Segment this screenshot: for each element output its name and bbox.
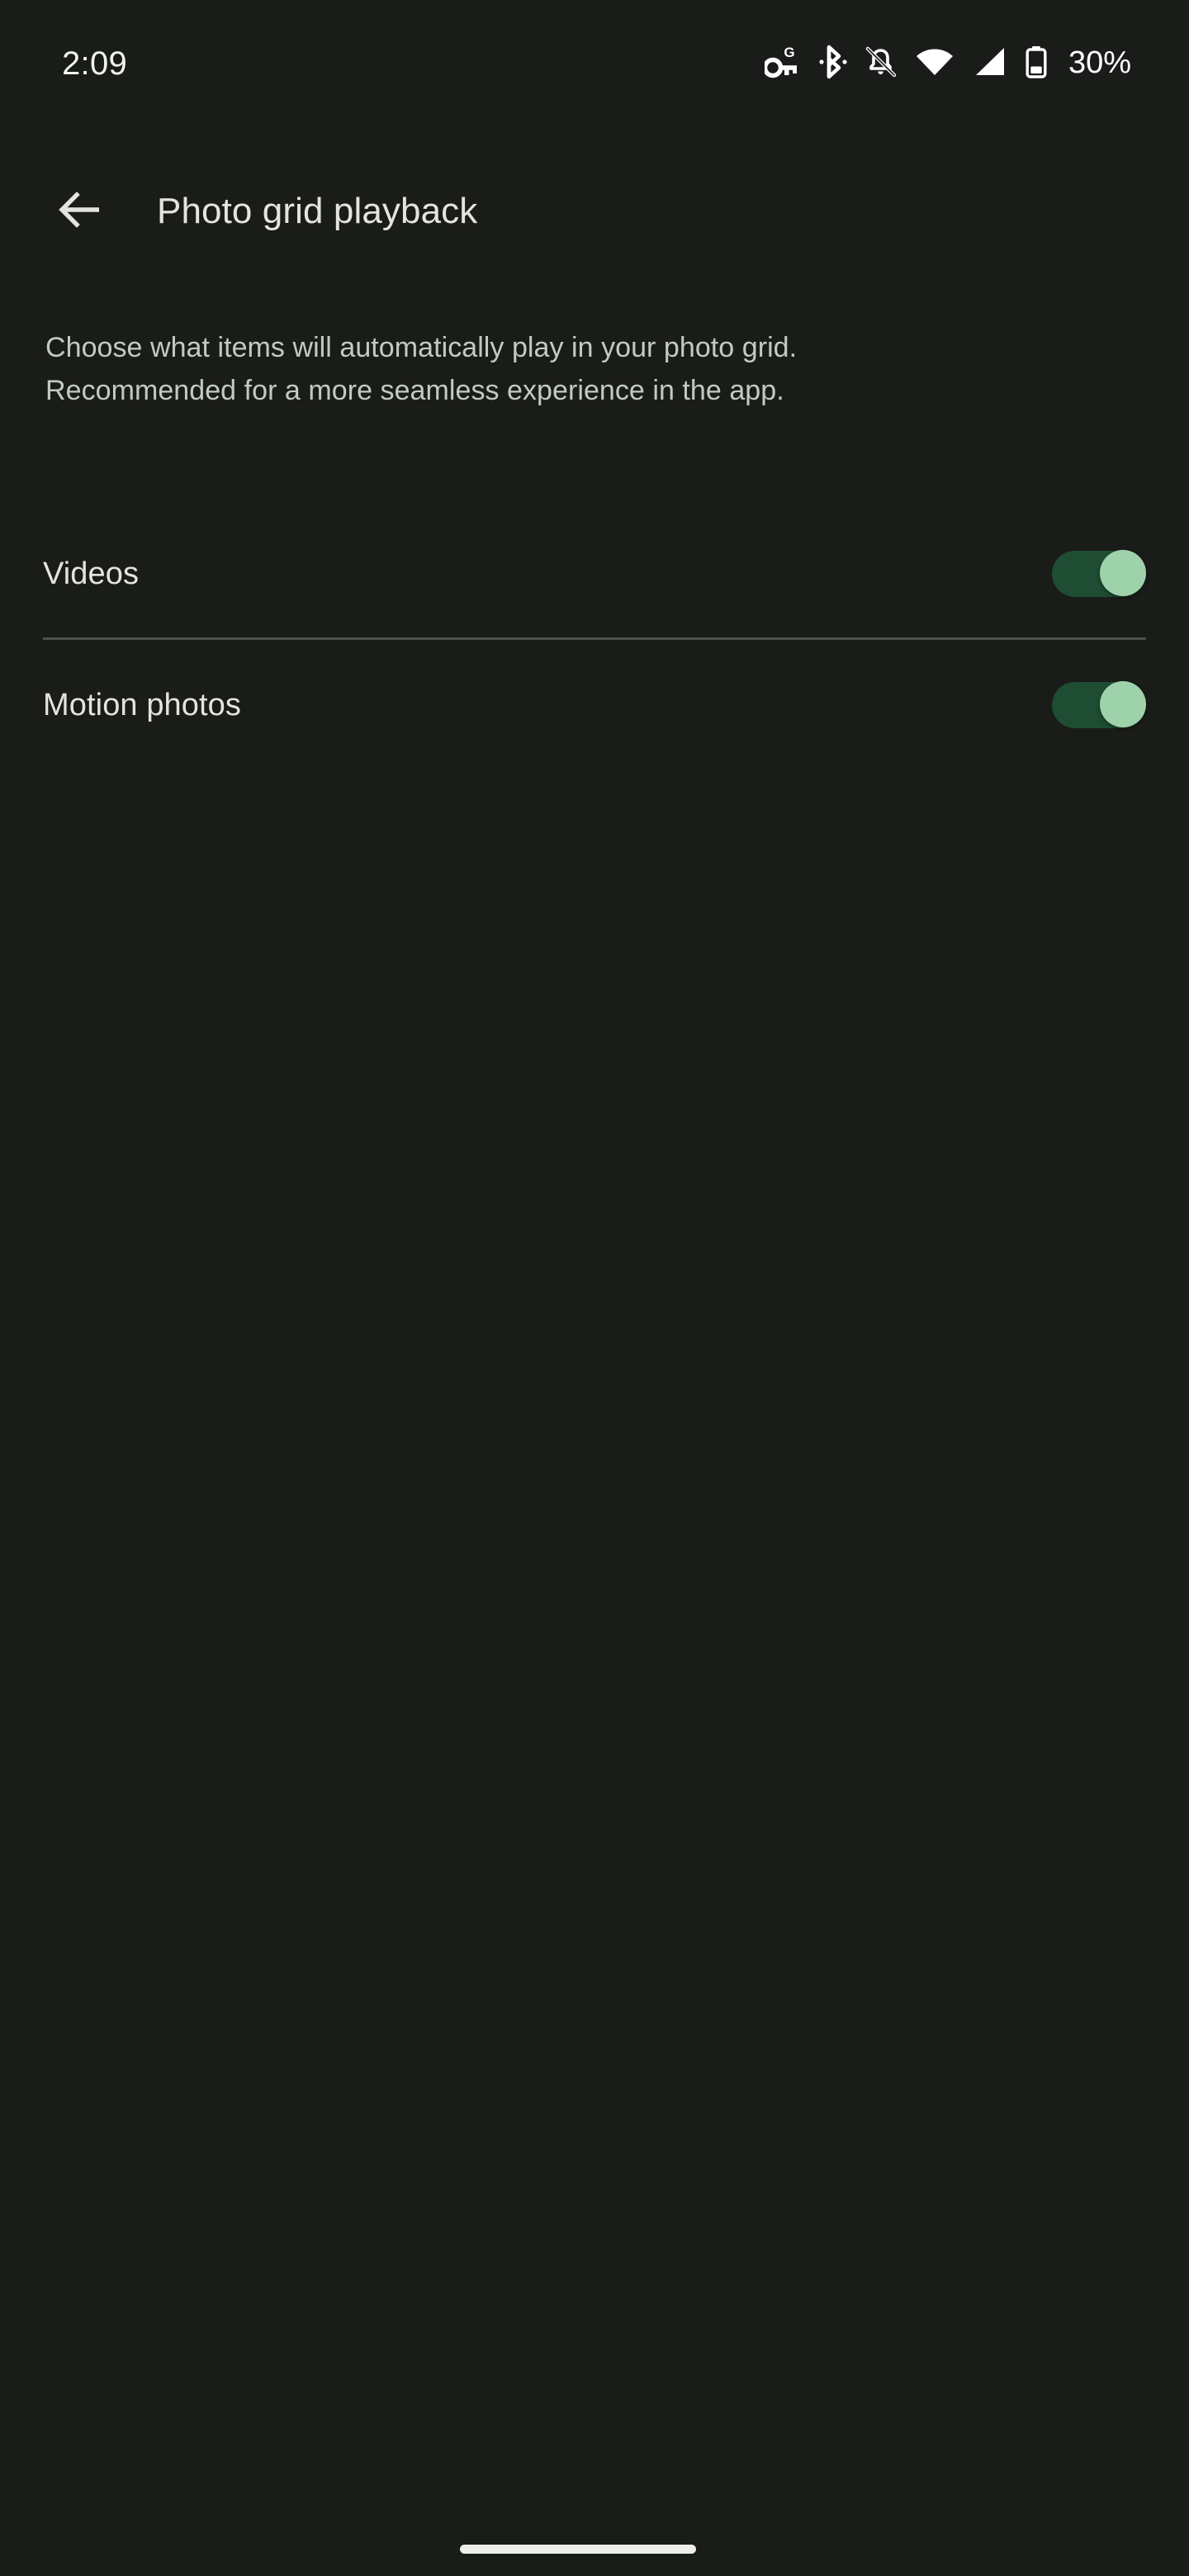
svg-text:G: G <box>784 45 794 60</box>
back-button[interactable] <box>35 166 126 257</box>
app-bar: Photo grid playback <box>0 154 1189 269</box>
bluetooth-icon <box>819 44 847 80</box>
setting-row-videos[interactable]: Videos <box>0 520 1189 627</box>
notifications-off-icon <box>864 44 898 80</box>
status-bar-icon-group: G 30% <box>762 44 1131 80</box>
status-bar: 2:09 G 30% <box>0 0 1189 124</box>
toggle-thumb <box>1100 681 1146 727</box>
list-divider <box>43 637 1146 640</box>
setting-row-motion-photos[interactable]: Motion photos <box>0 651 1189 759</box>
setting-label-motion-photos: Motion photos <box>43 687 242 722</box>
toggle-motion-photos[interactable] <box>1052 681 1146 729</box>
cellular-signal-icon <box>971 44 1007 80</box>
vpn-key-google-icon: G <box>762 44 803 80</box>
description-line-1: Choose what items will automatically pla… <box>45 332 798 363</box>
toggle-thumb <box>1100 550 1146 596</box>
status-bar-clock: 2:09 <box>62 45 128 82</box>
description-text: Choose what items will automatically pla… <box>45 326 1111 412</box>
wifi-icon <box>915 44 955 80</box>
home-indicator[interactable] <box>460 2545 696 2554</box>
settings-list: Videos Motion photos <box>0 520 1189 759</box>
battery-percent-label: 30% <box>1068 45 1131 80</box>
arrow-back-icon <box>54 184 106 239</box>
description-line-2: Recommended for a more seamless experien… <box>45 375 784 406</box>
page-title: Photo grid playback <box>157 191 478 231</box>
battery-icon <box>1024 44 1049 80</box>
toggle-videos[interactable] <box>1052 550 1146 598</box>
setting-label-videos: Videos <box>43 556 140 591</box>
